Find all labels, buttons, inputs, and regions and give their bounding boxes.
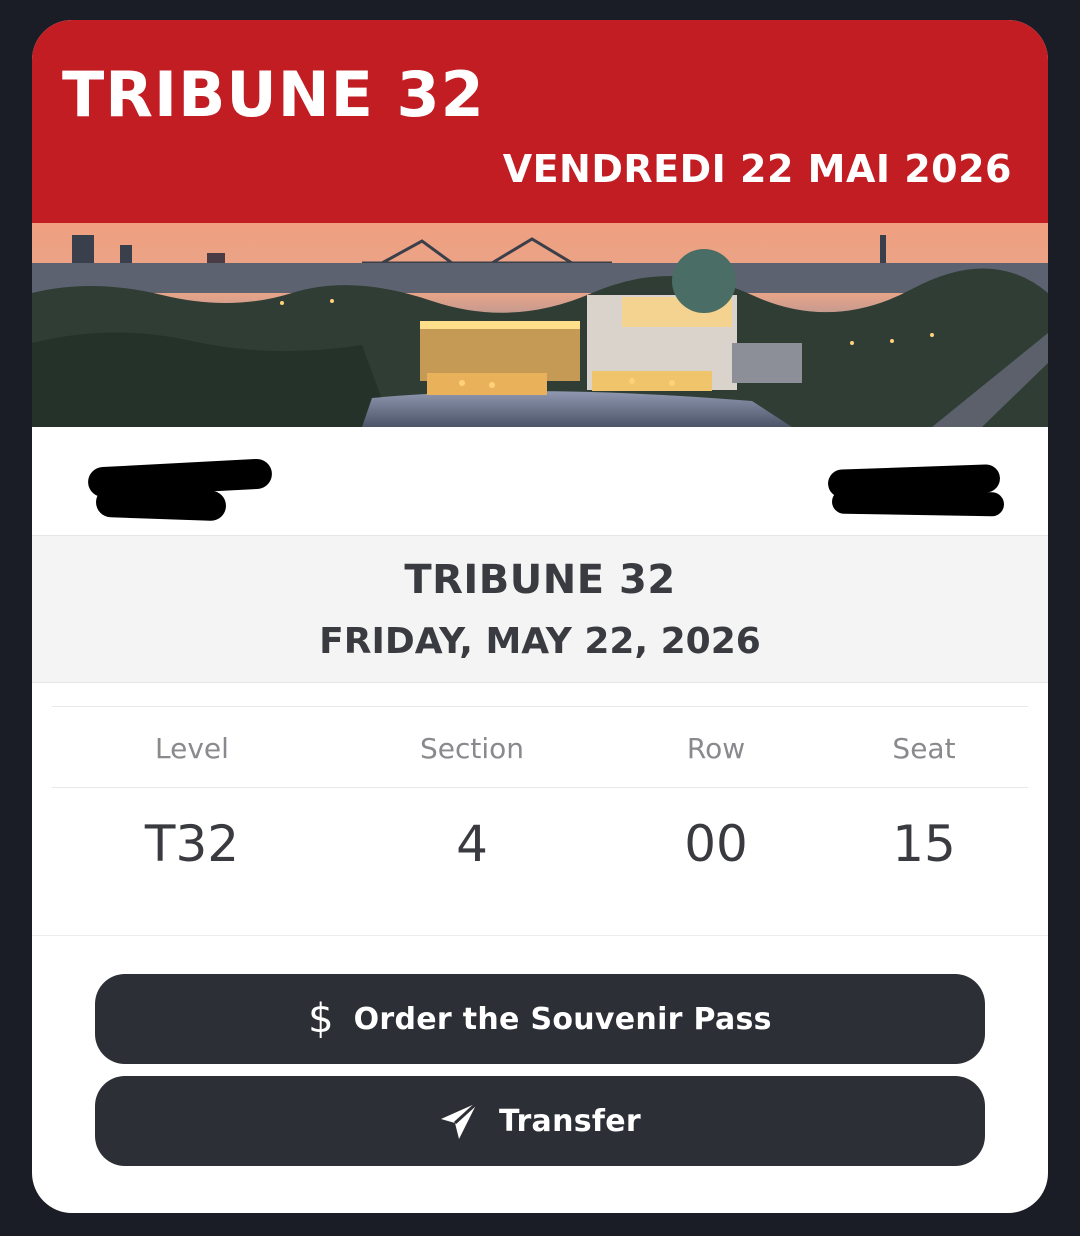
dollar-icon: $ <box>308 996 334 1042</box>
transfer-button[interactable]: Transfer <box>95 1076 985 1166</box>
order-souvenir-pass-button[interactable]: $ Order the Souvenir Pass <box>95 974 985 1064</box>
ticket-meta-row <box>32 427 1048 535</box>
seat-header: Seat <box>892 732 956 765</box>
redacted-ticket-mark <box>831 489 1005 517</box>
level-header: Level <box>155 732 229 765</box>
paper-plane-icon <box>439 1101 479 1141</box>
event-summary: TRIBUNE 32 FRIDAY, MAY 22, 2026 <box>32 535 1048 683</box>
event-title: TRIBUNE 32 <box>404 557 676 603</box>
event-date: FRIDAY, MAY 22, 2026 <box>319 621 761 662</box>
ticket-banner: TRIBUNE 32 VENDREDI 22 MAI 2026 <box>32 20 1048 223</box>
table-top-rule <box>52 706 1028 707</box>
venue-photo <box>32 223 1048 427</box>
row-value: 00 <box>684 815 748 873</box>
ticket-card: TRIBUNE 32 VENDREDI 22 MAI 2026 TRIBUNE … <box>32 20 1048 1213</box>
seat-info-table: Level Section Row Seat T32 4 00 15 <box>52 706 1028 936</box>
banner-date: VENDREDI 22 MAI 2026 <box>502 147 1012 191</box>
table-header-rule <box>52 787 1028 788</box>
level-value: T32 <box>144 815 240 873</box>
souvenir-button-label: Order the Souvenir Pass <box>353 1001 772 1037</box>
row-header: Row <box>686 732 746 765</box>
transfer-button-label: Transfer <box>498 1103 641 1139</box>
banner-title: TRIBUNE 32 <box>62 58 485 131</box>
seat-value: 15 <box>892 815 956 873</box>
redacted-section-mark <box>95 486 227 522</box>
section-divider <box>32 935 1048 936</box>
section-header: Section <box>419 732 525 765</box>
section-value: 4 <box>456 815 488 873</box>
